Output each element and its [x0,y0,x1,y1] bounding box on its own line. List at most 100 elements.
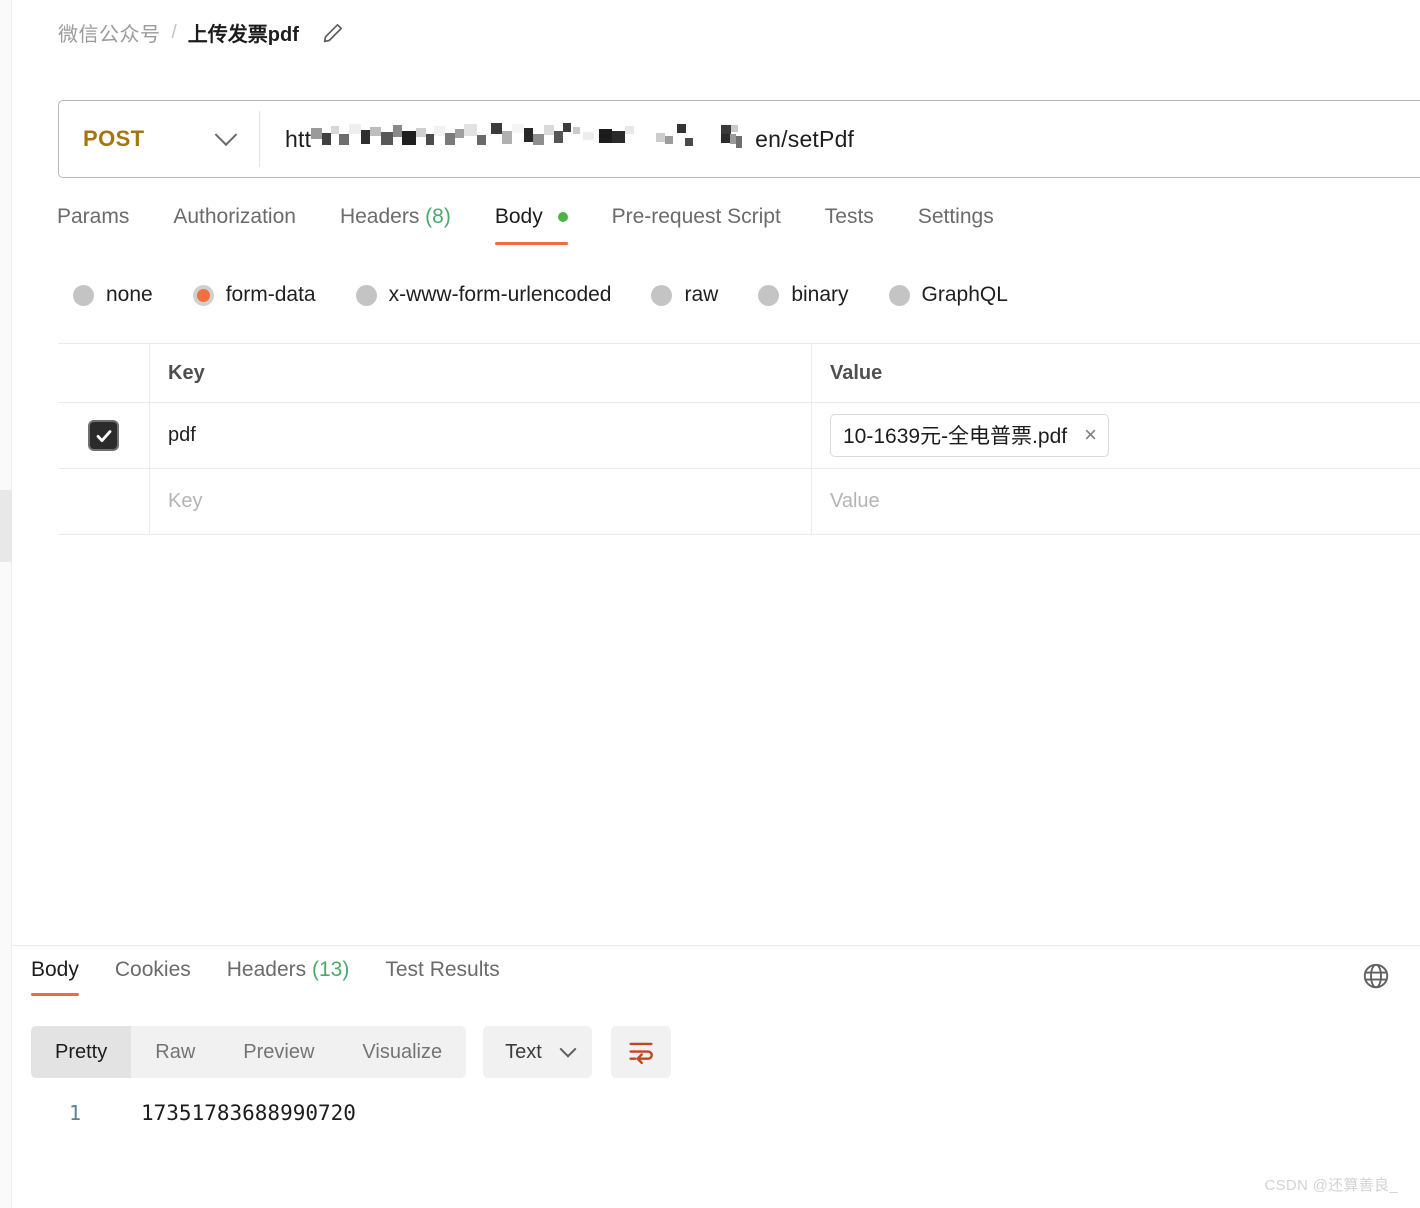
row-key-cell[interactable]: pdf [150,403,812,468]
header-key-label: Key [168,361,205,384]
row-check-cell [58,403,150,468]
tab-body-label: Body [494,205,543,228]
request-pane: 微信公众号 / 上传发票pdf POST htt en/setPdf Param… [13,0,1420,945]
response-view-mode-group: Pretty Raw Preview Visualize [31,1026,467,1078]
body-type-binary-label: binary [791,283,849,306]
body-type-graphql[interactable]: GraphQL [888,283,1008,307]
tab-tests[interactable]: Tests [803,205,896,245]
url-redacted-mosaic [311,122,694,156]
table-row: pdf 10-1639元-全电普票.pdf × [58,403,1420,469]
row-value-cell-empty[interactable]: Value [812,469,1420,534]
response-tab-body[interactable]: Body [31,958,97,996]
tab-settings[interactable]: Settings [896,205,1016,245]
breadcrumb-request-name[interactable]: 上传发票pdf [188,18,299,47]
response-tab-headers-count: (13) [311,958,350,981]
url-suffix-text: en/setPdf [755,125,855,152]
left-rail-scrollbar-thumb[interactable] [0,490,12,562]
tab-authorization-label: Authorization [173,205,296,228]
response-tab-body-label: Body [31,958,79,981]
breadcrumb-separator: / [171,21,177,43]
response-format-label: Text [505,1040,542,1063]
line-number: 1 [68,1101,81,1125]
tab-tests-label: Tests [824,205,874,228]
file-chip: 10-1639元-全电普票.pdf × [830,414,1109,457]
chevron-down-icon [559,1040,577,1058]
body-type-raw[interactable]: raw [651,283,718,307]
response-tab-headers-label: Headers [226,958,307,981]
tab-pre-request-script-label: Pre-request Script [611,205,781,228]
breadcrumb-folder[interactable]: 微信公众号 [58,18,161,47]
body-type-radio-group: none form-data x-www-form-urlencoded raw… [73,283,1048,307]
row-key-placeholder: Key [168,490,203,512]
form-data-table: Key Value pdf 10-1639元-全电普票.pdf × Key Va… [58,343,1420,535]
tab-headers-count: (8) [425,205,451,228]
radio-icon-form-data [192,284,214,306]
http-method-label: POST [83,126,145,151]
row-value-placeholder: Value [830,490,880,512]
body-type-x-www-form-urlencoded[interactable]: x-www-form-urlencoded [355,283,612,307]
response-body-text[interactable]: 17351783688990720 [93,1101,356,1125]
chevron-down-icon [214,123,238,147]
row-value-cell[interactable]: 10-1639元-全电普票.pdf × [812,403,1420,468]
view-mode-visualize-label: Visualize [362,1040,443,1063]
tab-body[interactable]: Body [473,205,590,245]
view-mode-visualize[interactable]: Visualize [338,1026,466,1078]
radio-icon-x-www-form-urlencoded [355,284,377,306]
url-redacted-mosaic-2 [693,122,755,156]
url-prefix-text: htt [285,125,312,152]
view-mode-raw[interactable]: Raw [131,1026,219,1078]
view-mode-pretty[interactable]: Pretty [31,1026,132,1078]
body-type-graphql-label: GraphQL [921,283,1008,306]
file-chip-remove-icon[interactable]: × [1084,424,1097,446]
response-tab-cookies[interactable]: Cookies [97,958,209,996]
view-mode-raw-label: Raw [155,1040,196,1063]
globe-icon[interactable] [1359,959,1393,993]
tab-headers-label: Headers [339,205,420,228]
tab-pre-request-script[interactable]: Pre-request Script [590,205,803,245]
header-cell-key: Key [150,344,812,402]
tab-params[interactable]: Params [57,205,151,245]
radio-icon-graphql [888,284,910,306]
header-value-label: Value [830,361,883,384]
body-modified-dot-icon [557,212,568,223]
header-cell-value: Value [812,344,1420,402]
body-type-form-data-label: form-data [225,283,316,306]
body-type-x-www-form-urlencoded-label: x-www-form-urlencoded [388,283,612,306]
file-chip-name: 10-1639元-全电普票.pdf [843,425,1068,448]
row-enabled-checkbox[interactable] [88,420,119,451]
response-pane: Body Cookies Headers (13) Test Results P… [13,946,1420,1208]
tab-headers[interactable]: Headers (8) [318,205,473,245]
body-type-form-data[interactable]: form-data [192,283,316,307]
watermark: CSDN @还算善良_ [1264,1177,1398,1194]
wrap-lines-icon[interactable] [610,1026,671,1078]
response-toolbar: Pretty Raw Preview Visualize Text [31,1026,671,1078]
response-tab-headers[interactable]: Headers (13) [209,958,368,996]
left-rail [0,0,12,1208]
request-tabs: Params Authorization Headers (8) Body Pr… [57,205,1016,245]
tab-settings-label: Settings [917,205,994,228]
response-body-viewer: 1 17351783688990720 [31,1101,356,1125]
url-input[interactable]: htt en/setPdf [260,101,1420,177]
response-tabs: Body Cookies Headers (13) Test Results [31,958,518,996]
url-bar: POST htt en/setPdf [58,100,1420,178]
body-type-binary[interactable]: binary [758,283,849,307]
row-key-text: pdf [168,424,196,446]
row-check-cell-empty [58,469,150,534]
tab-params-label: Params [57,205,130,228]
row-key-cell-empty[interactable]: Key [150,469,812,534]
view-mode-preview-label: Preview [243,1040,315,1063]
header-cell-check [58,344,150,402]
http-method-select[interactable]: POST [59,101,259,177]
body-type-raw-label: raw [684,283,719,306]
response-format-select[interactable]: Text [483,1026,592,1078]
breadcrumb: 微信公众号 / 上传发票pdf [58,18,345,47]
response-tab-test-results[interactable]: Test Results [367,958,517,996]
pencil-icon[interactable] [321,21,345,45]
body-type-none[interactable]: none [73,283,153,307]
view-mode-preview[interactable]: Preview [219,1026,338,1078]
radio-icon-none [73,284,94,306]
view-mode-pretty-label: Pretty [55,1040,108,1063]
tab-authorization[interactable]: Authorization [151,205,318,245]
response-tab-cookies-label: Cookies [114,958,191,981]
table-row: Key Value [58,469,1420,535]
